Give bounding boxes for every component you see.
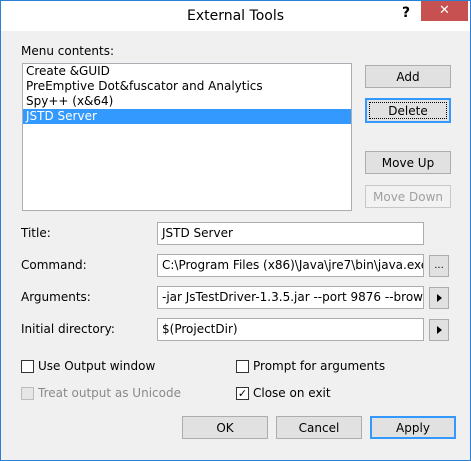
- arguments-menu-button[interactable]: [429, 287, 449, 309]
- prompt-for-arguments-label[interactable]: Prompt for arguments: [253, 359, 385, 373]
- use-output-window-checkbox[interactable]: [21, 360, 34, 373]
- browse-button[interactable]: ...: [429, 255, 449, 277]
- delete-button[interactable]: Delete: [365, 98, 451, 123]
- title-input[interactable]: JSTD Server: [157, 222, 424, 245]
- close-on-exit-checkbox[interactable]: ✓: [236, 387, 249, 400]
- initial-directory-input[interactable]: $(ProjectDir): [157, 318, 424, 341]
- ok-button[interactable]: OK: [182, 416, 268, 439]
- title-bar: External Tools ? ✕: [1, 1, 470, 31]
- dialog-window: External Tools ? ✕ Menu contents: Create…: [0, 0, 471, 461]
- cancel-button[interactable]: Cancel: [276, 416, 362, 439]
- treat-output-unicode-label: Treat output as Unicode: [38, 386, 181, 400]
- initial-directory-label: Initial directory:: [21, 322, 115, 336]
- prompt-for-arguments-checkbox[interactable]: [236, 360, 249, 373]
- list-item[interactable]: Spy++ (x&64): [23, 94, 351, 109]
- help-button[interactable]: ?: [393, 3, 419, 23]
- close-on-exit-label[interactable]: Close on exit: [253, 386, 331, 400]
- arguments-label: Arguments:: [21, 290, 91, 304]
- menu-contents-label: Menu contents:: [21, 44, 114, 58]
- close-button[interactable]: ✕: [421, 1, 468, 21]
- list-item-selected[interactable]: JSTD Server: [23, 109, 351, 124]
- treat-output-unicode-checkbox: [21, 387, 34, 400]
- tools-listbox[interactable]: Create &GUID PreEmptive Dot&fuscator and…: [22, 63, 352, 211]
- move-down-button[interactable]: Move Down: [365, 185, 451, 208]
- title-label: Title:: [21, 226, 51, 240]
- use-output-window-label[interactable]: Use Output window: [38, 359, 155, 373]
- move-up-button[interactable]: Move Up: [365, 151, 451, 174]
- arguments-input[interactable]: -jar JsTestDriver-1.3.5.jar --port 9876 …: [157, 286, 424, 309]
- checkmark-icon: ✓: [237, 387, 248, 400]
- arrow-right-icon: [436, 326, 442, 334]
- list-item[interactable]: Create &GUID: [23, 64, 351, 79]
- initial-directory-menu-button[interactable]: [429, 319, 449, 341]
- command-label: Command:: [21, 258, 87, 272]
- add-button[interactable]: Add: [365, 65, 451, 88]
- arrow-right-icon: [436, 294, 442, 302]
- list-item[interactable]: PreEmptive Dot&fuscator and Analytics: [23, 79, 351, 94]
- apply-button[interactable]: Apply: [370, 416, 456, 439]
- command-input[interactable]: C:\Program Files (x86)\Java\jre7\bin\jav…: [157, 254, 424, 277]
